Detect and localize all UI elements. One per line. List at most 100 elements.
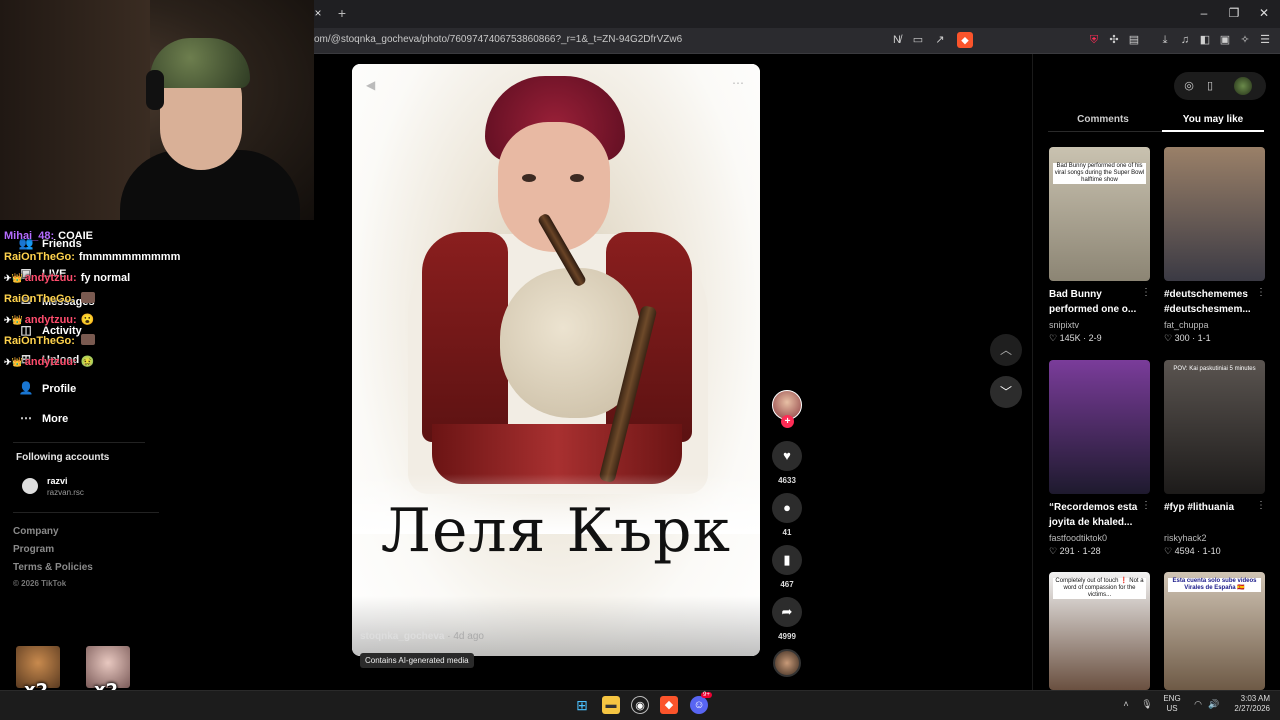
minimize-button[interactable]: – <box>1193 4 1215 22</box>
leo-ai-icon[interactable]: ✧ <box>1237 32 1253 48</box>
video-thumbnail[interactable]: Completely out of touch ❗ Not a word of … <box>1049 572 1150 690</box>
volume-icon[interactable]: 🔊 <box>1208 698 1220 710</box>
video-thumbnail[interactable]: POV: Kai paskutiniai 5 minutes <box>1164 360 1265 494</box>
chat-message: Mihai_48: COAIE <box>4 226 304 247</box>
brave-shields-icon[interactable]: ◆ <box>957 32 973 48</box>
address-bar[interactable]: om/@stoqnka_gocheva/photo/76097474067538… <box>314 34 682 45</box>
footer-link-terms[interactable]: Terms & Policies <box>13 562 93 573</box>
like-count: 4633 <box>778 476 796 485</box>
footer-link-company[interactable]: Company <box>13 526 59 537</box>
thumbnail-caption: Bad Bunny performed one of his viral son… <box>1053 163 1146 184</box>
chevron-up-icon: ︿ <box>999 343 1012 357</box>
microphone-icon[interactable]: 🎙 <box>1141 698 1153 710</box>
chevron-up-icon[interactable]: ˄ <box>1120 698 1132 710</box>
recommended-video-author[interactable]: fastfoodtiktok0 <box>1049 533 1107 543</box>
side-panel-icon[interactable]: ◧ <box>1197 32 1213 48</box>
recommended-video-title[interactable]: “Recordemos esta joyita de khaled... <box>1049 500 1141 530</box>
video-thumbnail[interactable]: Esta cuenta solo sube videos Virales de … <box>1164 572 1265 690</box>
bookmark-icon: ▮ <box>783 552 791 567</box>
sidebar-item-profile[interactable]: 👤 Profile <box>16 377 77 399</box>
recommended-video-stats: ♡ 291 · 1-28 <box>1049 546 1101 556</box>
recommended-video-title[interactable]: #fyp #lithuania <box>1164 500 1256 515</box>
tab-you-may-like[interactable]: You may like <box>1162 112 1264 128</box>
recommended-video-stats: ♡ 300 · 1-1 <box>1164 333 1211 343</box>
follow-button[interactable]: + <box>781 415 794 428</box>
obs-icon[interactable]: ◉ <box>631 696 649 714</box>
chat-text: COAIE <box>58 230 93 242</box>
recommended-video-title[interactable]: #deutschememes #deutschesmem... <box>1164 287 1256 317</box>
stream-chat: Mihai_48: COAIE RaiOnTheGo: fmmmmmmmmmm ✈👑 an… <box>4 226 304 373</box>
downloads-icon[interactable]: ⤓ <box>1157 32 1173 48</box>
chat-emote-image <box>80 334 95 345</box>
share-arrow-icon: ➦ <box>781 604 793 619</box>
media-icon[interactable]: ♫ <box>1177 32 1193 48</box>
sidebar-item-label: More <box>42 413 69 425</box>
profile-avatar[interactable] <box>1234 77 1252 95</box>
sidebar-toggle-icon[interactable]: ▤ <box>1126 32 1142 48</box>
next-video-button[interactable]: ﹀ <box>990 376 1022 408</box>
video-thumbnail[interactable]: Bad Bunny performed one of his viral son… <box>1049 147 1150 281</box>
chevron-down-icon: ﹀ <box>999 385 1012 399</box>
chat-badge-icon: ✈👑 <box>4 357 23 367</box>
windows-start-icon[interactable]: ⊞ <box>573 696 591 714</box>
cast-icon[interactable]: ▭ <box>910 32 926 48</box>
following-account-name[interactable]: razvi <box>47 476 68 486</box>
chat-emote-image <box>80 292 95 303</box>
maximize-button[interactable]: ❐ <box>1223 4 1245 22</box>
video-player[interactable]: Леля Кърк ◀ ⋯ <box>352 64 760 656</box>
recommended-video-title[interactable]: Bad Bunny performed one o... <box>1049 287 1141 317</box>
chat-text: 😮 <box>80 314 95 326</box>
compass-icon[interactable]: ◎ <box>1181 78 1197 94</box>
more-options-icon[interactable]: ⋮ <box>1141 287 1151 298</box>
discord-icon[interactable]: ☺ <box>690 696 708 714</box>
new-tab-button[interactable]: + <box>334 3 350 23</box>
video-thumbnail[interactable] <box>1164 147 1265 281</box>
music-disc-icon[interactable] <box>773 649 801 677</box>
volume-icon[interactable]: ◀ <box>366 78 375 92</box>
post-author[interactable]: stoqnka_gocheva · 4d ago <box>360 631 484 642</box>
reader-mode-icon[interactable]: N̸ <box>889 32 905 48</box>
chat-text: fmmmmmmmmmm <box>78 251 181 263</box>
profile-icon: 👤 <box>18 381 34 395</box>
time: 3:03 AM <box>1240 694 1270 703</box>
wifi-icon[interactable]: ◠ <box>1192 698 1204 710</box>
following-account-handle: razvan.rsc <box>47 488 84 497</box>
like-button[interactable]: ♥ <box>772 441 802 471</box>
more-options-icon[interactable]: ⋮ <box>1256 287 1266 298</box>
more-options-icon[interactable]: ⋮ <box>1256 500 1266 511</box>
wallet-icon[interactable]: ▣ <box>1217 32 1233 48</box>
comment-icon: ● <box>783 500 791 515</box>
menu-icon[interactable]: ☰ <box>1257 32 1273 48</box>
sidebar-item-more[interactable]: ⋯ More <box>16 407 68 429</box>
recommended-video-author[interactable]: riskyhack2 <box>1164 533 1207 543</box>
chat-username: RaiOnTheGo: <box>4 251 75 263</box>
recommended-video-author[interactable]: fat_chuppa <box>1164 320 1209 330</box>
vpn-shield-icon[interactable]: ⛨ <box>1086 32 1102 48</box>
more-options-icon[interactable]: ⋮ <box>1141 500 1151 511</box>
brave-browser-icon[interactable]: ◆ <box>660 696 678 714</box>
clock[interactable]: 3:03 AM 2/27/2026 <box>1226 694 1270 714</box>
video-thumbnail[interactable] <box>1049 360 1150 494</box>
tab-comments[interactable]: Comments <box>1048 112 1158 128</box>
footer-link-program[interactable]: Program <box>13 544 54 555</box>
comment-button[interactable]: ● <box>772 493 802 523</box>
heart-icon: ♥ <box>783 448 791 463</box>
close-window-button[interactable]: ✕ <box>1253 4 1275 22</box>
more-options-icon[interactable]: ⋯ <box>732 76 745 90</box>
author-name[interactable]: stoqnka_gocheva <box>360 631 444 642</box>
avatar[interactable] <box>22 478 38 494</box>
share-icon[interactable]: ↗ <box>932 32 948 48</box>
file-explorer-icon[interactable]: ▬ <box>602 696 620 714</box>
post-date: · 4d ago <box>444 631 484 642</box>
save-button[interactable]: ▮ <box>772 545 802 575</box>
previous-video-button[interactable]: ︿ <box>990 334 1022 366</box>
chat-message: ✈👑 andytzuu: 🤢 <box>4 352 304 373</box>
recommended-video-author[interactable]: snipixtv <box>1049 320 1079 330</box>
language-indicator[interactable]: ENG US <box>1162 694 1182 714</box>
phone-icon[interactable]: ▯ <box>1202 78 1218 94</box>
save-count: 467 <box>780 580 794 589</box>
extensions-icon[interactable]: ✣ <box>1106 32 1122 48</box>
region-code: US <box>1166 704 1178 713</box>
video-caption-overlay: Леля Кърк <box>380 496 732 566</box>
share-button[interactable]: ➦ <box>772 597 802 627</box>
